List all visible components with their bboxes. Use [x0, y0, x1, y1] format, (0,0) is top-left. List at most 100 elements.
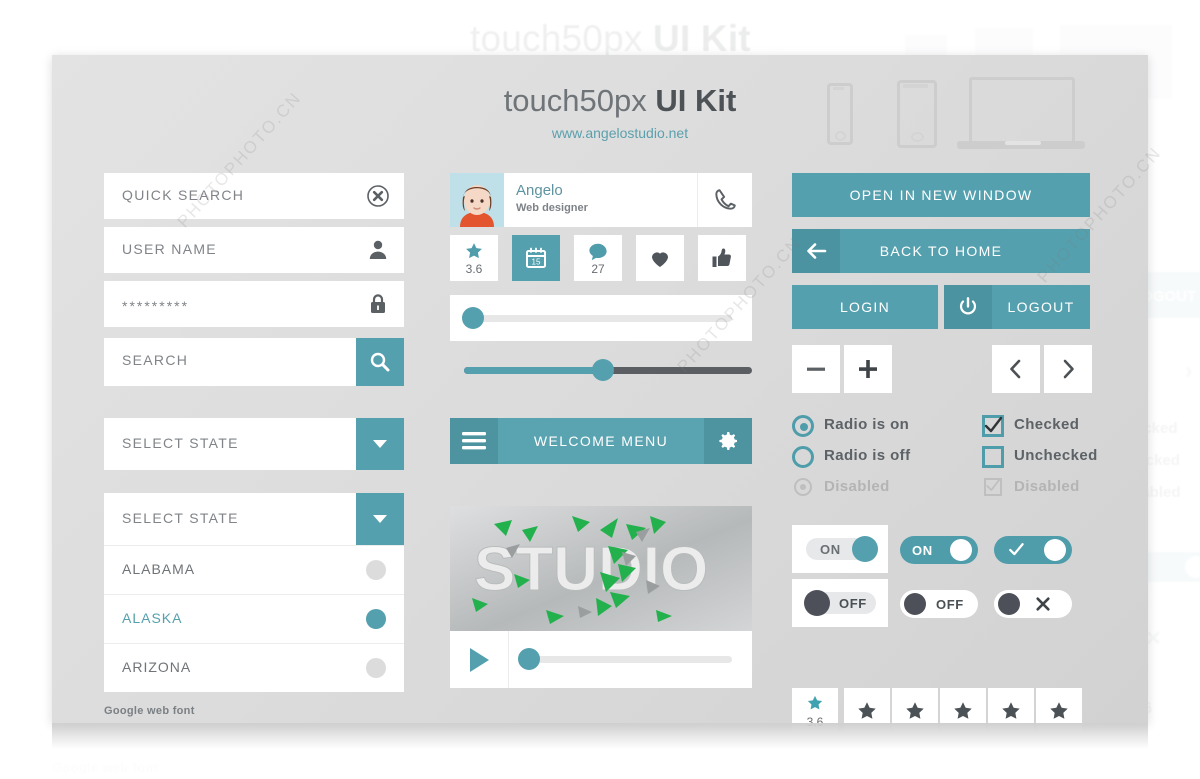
comment-value: 27: [591, 262, 605, 276]
clear-circle-icon[interactable]: [366, 184, 390, 208]
phone-icon[interactable]: [697, 173, 752, 227]
heart-action-button[interactable]: [636, 235, 684, 281]
toggle-on-card[interactable]: ON: [792, 525, 888, 573]
list-item[interactable]: ALABAMA: [104, 545, 404, 594]
toggle-close[interactable]: [994, 590, 1072, 618]
site-url: www.angelostudio.net: [551, 125, 689, 141]
button-label: LOGIN: [839, 299, 891, 315]
select-state-open[interactable]: SELECT STATE ALABAMA ALASKA ARIZONA: [104, 493, 404, 692]
radio-on[interactable]: [792, 415, 814, 437]
slider-bare[interactable]: [464, 359, 752, 381]
progress-handle[interactable]: [518, 648, 540, 670]
prev-button[interactable]: [992, 345, 1040, 393]
option-indicator[interactable]: [366, 560, 386, 580]
player-controls[interactable]: [450, 631, 752, 688]
welcome-menu-bar[interactable]: WELCOME MENU: [450, 418, 752, 464]
radio-off[interactable]: [792, 446, 814, 468]
checkbox-disabled: [984, 478, 1002, 496]
checkbox-checked[interactable]: [982, 415, 1004, 437]
star-icon[interactable]: [844, 688, 890, 734]
contact-role: Web designer: [516, 202, 588, 214]
back-to-home-button[interactable]: BACK TO HOME: [792, 229, 1090, 273]
toggle-knob[interactable]: [904, 593, 926, 615]
thumbs-up-action-button[interactable]: [698, 235, 746, 281]
footer-note: Google web font: [104, 705, 195, 717]
power-icon[interactable]: [944, 285, 992, 329]
svg-text:15: 15: [532, 258, 541, 267]
toggle-knob[interactable]: [852, 536, 878, 562]
quick-search-input[interactable]: QUICK SEARCH: [104, 173, 404, 219]
password-input[interactable]: *********: [104, 281, 404, 327]
svg-text:STUDIO: STUDIO: [474, 535, 708, 604]
list-item[interactable]: ALASKA: [104, 594, 404, 643]
toggle-on-filled-label: ON: [912, 543, 933, 558]
toggle-knob[interactable]: [1044, 539, 1066, 561]
comment-action-button[interactable]: 27: [574, 235, 622, 281]
ghost-toggle-on-knob: [1185, 556, 1200, 578]
star-action-button[interactable]: 3.6: [450, 235, 498, 281]
play-icon[interactable]: [470, 648, 489, 672]
checkbox-disabled-label: Disabled: [1014, 478, 1080, 495]
login-button[interactable]: LOGIN: [792, 285, 938, 329]
quick-search-label: QUICK SEARCH: [122, 187, 245, 203]
minus-button[interactable]: [792, 345, 840, 393]
star-icon[interactable]: [1036, 688, 1082, 734]
ghost-chevron-right-icon: ›: [1185, 358, 1193, 383]
contact-name: Angelo: [516, 182, 563, 199]
option-indicator[interactable]: [366, 658, 386, 678]
option-label: ARIZONA: [122, 659, 192, 675]
toggle-off-card-label: OFF: [839, 596, 867, 611]
select-state-collapsed[interactable]: SELECT STATE: [104, 418, 404, 470]
toggle-check[interactable]: [994, 536, 1072, 564]
open-in-new-window-button[interactable]: OPEN IN NEW WINDOW: [792, 173, 1090, 217]
media-player[interactable]: STUDIO: [450, 506, 752, 688]
chevron-down-icon[interactable]: [356, 418, 404, 470]
search-button[interactable]: [356, 338, 404, 386]
gear-icon[interactable]: [704, 418, 752, 464]
check-icon: [1009, 543, 1024, 556]
toggle-knob[interactable]: [998, 593, 1020, 615]
checkbox-unchecked[interactable]: [982, 446, 1004, 468]
button-label: OPEN IN NEW WINDOW: [849, 187, 1033, 203]
ghost-footer-note: Google web font: [52, 760, 159, 775]
checkbox-unchecked-label: Unchecked: [1014, 447, 1098, 464]
ghost-title: touch50px UI Kit: [470, 18, 751, 59]
rating-value-cell[interactable]: 3.6: [792, 688, 838, 734]
slider-card[interactable]: [450, 295, 752, 341]
star-icon[interactable]: [940, 688, 986, 734]
radio-disabled: [794, 478, 812, 496]
title-bold: UI Kit: [655, 83, 737, 118]
star-icon[interactable]: [988, 688, 1034, 734]
option-indicator[interactable]: [366, 609, 386, 629]
toggle-off-card[interactable]: OFF: [792, 579, 888, 627]
checkbox-checked-label: Checked: [1014, 416, 1080, 433]
slider-handle[interactable]: [462, 307, 484, 329]
option-label: ALASKA: [122, 610, 183, 626]
list-item[interactable]: ARIZONA: [104, 643, 404, 692]
user-name-input[interactable]: USER NAME: [104, 227, 404, 273]
title-light: touch50px: [503, 83, 647, 118]
plus-button[interactable]: [844, 345, 892, 393]
search-input[interactable]: SEARCH: [104, 338, 404, 386]
toggle-knob[interactable]: [804, 590, 830, 616]
page-title: touch50px UI Kit: [460, 83, 780, 119]
ghost-pager: [1150, 342, 1200, 394]
toggle-knob[interactable]: [950, 539, 972, 561]
slider-track[interactable]: [474, 315, 732, 322]
rating-value: 3.6: [806, 715, 824, 729]
star-icon[interactable]: [892, 688, 938, 734]
slider-handle[interactable]: [592, 359, 614, 381]
contact-card[interactable]: Angelo Web designer: [450, 173, 752, 227]
progress-track[interactable]: [526, 656, 732, 663]
ui-kit-panel: touch50px UI Kit www.angelostudio.net QU…: [52, 55, 1165, 749]
toggle-off-plain[interactable]: OFF: [900, 590, 978, 618]
logout-button[interactable]: LOGOUT: [944, 285, 1090, 329]
select-state-label: SELECT STATE: [122, 435, 239, 451]
lock-icon: [366, 292, 390, 316]
next-button[interactable]: [1044, 345, 1092, 393]
avatar: [450, 173, 504, 227]
option-label: ALABAMA: [122, 561, 196, 577]
chevron-down-icon[interactable]: [356, 493, 404, 545]
toggle-on-filled[interactable]: ON: [900, 536, 978, 564]
calendar-action-button[interactable]: 15: [512, 235, 560, 281]
